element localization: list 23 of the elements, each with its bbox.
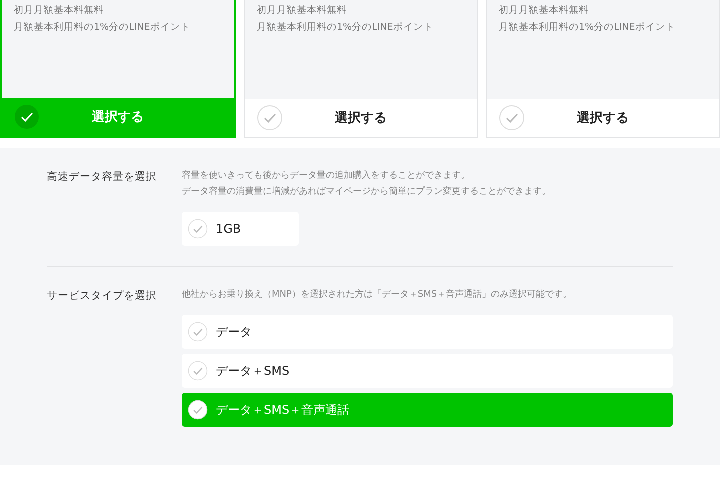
section-label: 高速データ容量を選択	[47, 170, 158, 185]
check-icon	[188, 219, 208, 239]
select-button[interactable]: 選択する	[245, 99, 477, 137]
section-note: 他社からお乗り換え（MNP）を選択された方は「データ＋SMS＋音声通話」のみ選択可能です。	[182, 288, 574, 302]
check-icon	[14, 104, 40, 130]
check-icon	[499, 105, 525, 131]
option-button[interactable]: データ＋SMS	[182, 354, 673, 388]
select-button[interactable]: 選択する	[487, 99, 719, 137]
plan-feature: 月額基本利用料の1%分のLINEポイント	[14, 21, 192, 34]
check-icon	[257, 105, 283, 131]
option-button[interactable]: 1GB	[182, 212, 299, 246]
plan-feature: 初月月額基本料無料	[257, 4, 348, 17]
check-icon	[188, 322, 208, 342]
plan-feature: 月額基本利用料の1%分のLINEポイント	[499, 21, 676, 34]
option-button[interactable]: データ	[182, 315, 673, 349]
plan-feature: 初月月額基本料無料	[14, 4, 105, 17]
section-note: 容量を使いきっても後からデータ量の追加購入をすることができます。	[182, 170, 471, 183]
section-note: データ容量の消費量に増減があればマイページから簡単にプラン変更することができます。	[182, 185, 552, 199]
plan-feature: 月額基本利用料の1%分のLINEポイント	[257, 21, 434, 34]
plan-feature: 初月月額基本料無料	[499, 4, 590, 17]
check-icon	[188, 361, 208, 381]
check-icon	[188, 400, 208, 420]
section-label: サービスタイプを選択	[47, 289, 158, 304]
